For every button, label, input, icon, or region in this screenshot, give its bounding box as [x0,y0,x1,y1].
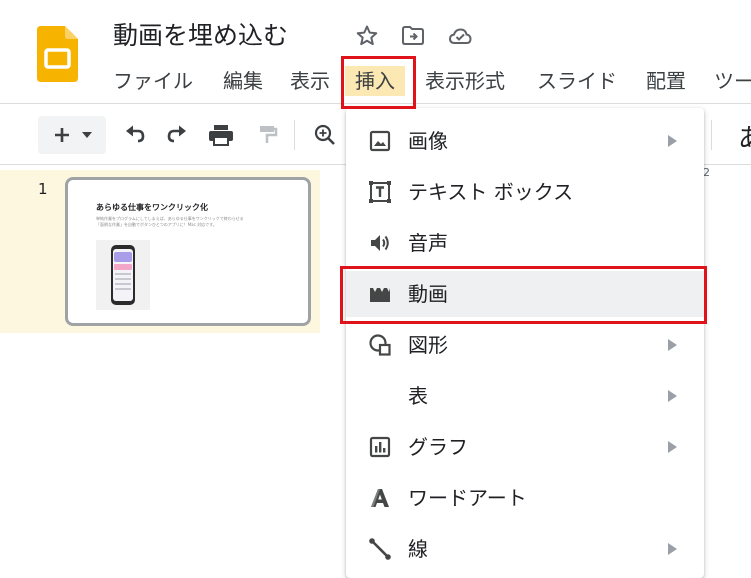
undo-icon [126,125,145,143]
insert-menu-chart-label: グラフ [408,435,468,459]
image-icon [369,130,391,152]
canvas-top-area [700,180,751,238]
redo-button[interactable] [160,116,194,154]
menu-edit[interactable]: 編集 [223,66,263,96]
slide-canvas[interactable] [700,237,751,573]
ruler-mark: 2 [703,166,710,179]
thumbnail-title: あらゆる仕事をワンクリック化 [96,203,208,212]
text-box-icon [369,181,391,203]
wordart-icon [371,489,389,507]
font-preview-text: あ [738,118,751,155]
shape-icon [369,334,391,356]
add-icon [55,128,69,142]
insert-menu-shape[interactable]: 図形 [346,322,704,368]
insert-menu-wordart-label: ワードアート [408,486,527,510]
print-icon [209,125,233,146]
undo-button[interactable] [118,116,152,154]
insert-menu-shape-label: 図形 [408,333,448,357]
insert-menu-table[interactable]: 表 [346,373,704,419]
move-to-folder-icon[interactable] [401,24,425,48]
video-item-highlight-box [340,266,707,324]
paint-format-button[interactable] [250,116,284,154]
insert-menu-dropdown: 画像 テキスト ボックス 音声 動画 図形 表 グラフ ワードアート 線 [346,108,704,578]
insert-menu-image[interactable]: 画像 [346,118,704,164]
insert-menu-chart[interactable]: グラフ [346,424,704,470]
menu-view[interactable]: 表示 [290,66,330,96]
insert-menu-table-label: 表 [408,384,428,408]
insert-menu-line[interactable]: 線 [346,526,704,572]
print-button[interactable] [203,116,239,154]
phone-image-icon [111,245,135,305]
thumbnail-image [96,240,150,310]
dropdown-arrow-icon[interactable] [82,132,92,138]
insert-menu-textbox-label: テキスト ボックス [408,180,574,204]
slides-logo-icon[interactable] [37,26,78,82]
submenu-arrow-icon [668,441,677,453]
insert-menu-textbox[interactable]: テキスト ボックス [346,169,704,215]
insert-menu-wordart[interactable]: ワードアート [346,475,704,521]
paint-format-icon [260,126,278,143]
menu-slide[interactable]: スライド [537,66,617,96]
audio-icon [371,235,389,251]
toolbar-separator-right [711,120,712,150]
line-icon [369,538,391,560]
document-title[interactable]: 動画を埋め込む [113,16,288,52]
redo-icon [167,125,186,143]
submenu-arrow-icon [668,135,677,147]
thumbnail-body: 単純作業をプログラムにしてしまえば、あらゆる仕事をワンクリックで終わらせる 「面… [96,216,244,228]
new-slide-button[interactable] [38,116,106,154]
submenu-arrow-icon [668,339,677,351]
insert-menu-highlight-box [341,56,416,109]
insert-menu-image-label: 画像 [408,129,448,153]
menu-file[interactable]: ファイル [113,66,193,96]
submenu-arrow-icon [668,543,677,555]
slide-thumbnail[interactable]: あらゆる仕事をワンクリック化 単純作業をプログラムにしてしまえば、あらゆる仕事を… [65,177,311,326]
chart-icon [369,436,391,458]
zoom-button[interactable] [308,116,342,154]
thumbnail-body-line-2: 「面倒な作業」を自動でボタンひとつのアプリに！Mac 対応です。 [96,222,217,227]
menu-format[interactable]: 表示形式 [425,66,505,96]
submenu-arrow-icon [668,390,677,402]
toolbar-separator [294,120,295,150]
zoom-icon [314,124,335,145]
menu-tools[interactable]: ツー [714,66,751,96]
insert-menu-audio-label: 音声 [408,231,448,255]
insert-menu-audio[interactable]: 音声 [346,220,704,266]
star-icon[interactable] [355,24,379,48]
insert-menu-line-label: 線 [408,537,428,561]
slide-number: 1 [38,180,48,198]
menu-arrange[interactable]: 配置 [646,66,686,96]
cloud-saved-icon[interactable] [448,24,472,48]
